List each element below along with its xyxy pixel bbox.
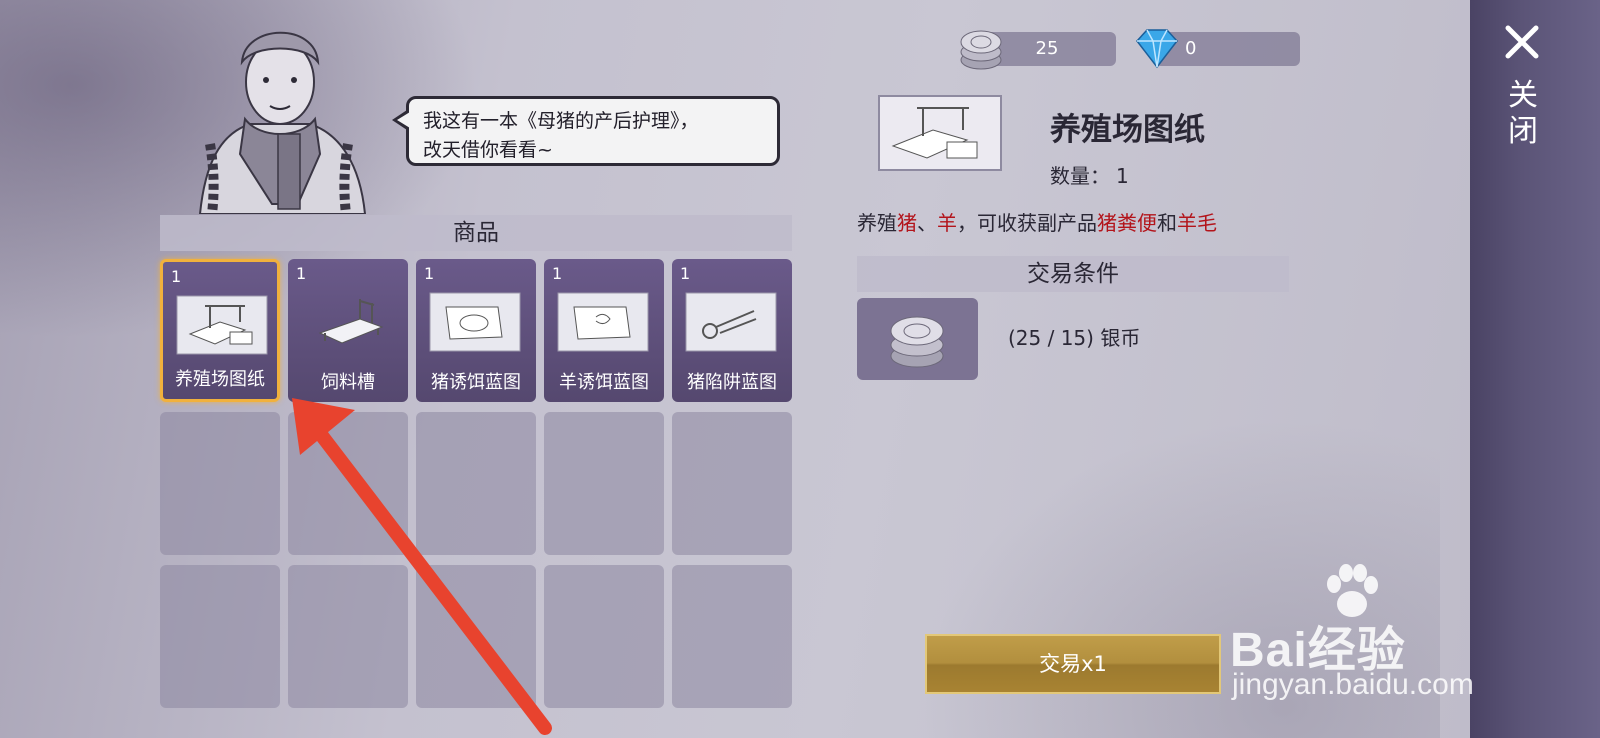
desc-highlight: 猪粪便 xyxy=(1097,211,1157,235)
speech-line-2: 改天借你看看~ xyxy=(423,139,553,161)
slot-label: 饲料槽 xyxy=(321,372,375,393)
selected-item-image xyxy=(878,95,1002,171)
item-quantity: 数量： 1 xyxy=(1050,160,1129,189)
goods-slot-empty[interactable] xyxy=(288,565,408,708)
feed-trough-icon xyxy=(318,299,384,344)
slot-label: 猪诱饵蓝图 xyxy=(431,372,521,393)
slot-label: 猪陷阱蓝图 xyxy=(687,372,777,393)
quantity-value: 1 xyxy=(1116,164,1129,188)
trade-condition-header: 交易条件 xyxy=(857,256,1289,292)
goods-slot-pig-trap-blueprint[interactable]: 1 猪陷阱蓝图 xyxy=(672,259,792,402)
goods-slot-pig-bait-blueprint[interactable]: 1 猪诱饵蓝图 xyxy=(416,259,536,402)
trade-button[interactable]: 交易x1 xyxy=(925,634,1221,694)
silver-coin-icon xyxy=(960,30,1002,70)
watermark-url: jingyan.baidu.com xyxy=(1232,668,1474,701)
goods-slot-empty[interactable] xyxy=(416,565,536,708)
trade-condition-text: (25 / 15) 银币 xyxy=(1008,326,1141,350)
npc-portrait xyxy=(198,31,367,214)
slot-quantity: 1 xyxy=(424,264,435,283)
goods-slot-empty[interactable] xyxy=(544,565,664,708)
diamond-gem-icon xyxy=(1136,29,1178,69)
close-icon[interactable] xyxy=(1504,24,1540,60)
goods-slot-empty[interactable] xyxy=(672,565,792,708)
slot-quantity: 1 xyxy=(171,267,182,286)
desc-text: 、 xyxy=(917,211,937,235)
desc-highlight: 羊毛 xyxy=(1177,211,1217,235)
desc-text: 和 xyxy=(1157,211,1177,235)
pig-bait-blueprint-icon xyxy=(429,292,521,352)
goods-slot-feed-trough[interactable]: 1 饲料槽 xyxy=(288,259,408,402)
desc-text: 养殖 xyxy=(857,211,897,235)
goods-header: 商品 xyxy=(160,215,792,251)
sheep-bait-blueprint-icon xyxy=(557,292,649,352)
goods-slot-empty[interactable] xyxy=(160,565,280,708)
speech-line-1: 我这有一本《母猪的产后护理》， xyxy=(423,110,699,132)
goods-slot-empty[interactable] xyxy=(544,412,664,555)
goods-slot-empty[interactable] xyxy=(160,412,280,555)
slot-quantity: 1 xyxy=(680,264,691,283)
goods-slot-empty[interactable] xyxy=(416,412,536,555)
farm-blueprint-icon xyxy=(176,295,268,355)
slot-quantity: 1 xyxy=(552,264,563,283)
desc-text: ，可收获副产品 xyxy=(957,211,1097,235)
item-title: 养殖场图纸 xyxy=(1050,112,1205,148)
goods-slot-empty[interactable] xyxy=(288,412,408,555)
desc-highlight: 羊 xyxy=(937,211,957,235)
close-label[interactable]: 关闭 xyxy=(1506,78,1540,150)
goods-slot-sheep-bait-blueprint[interactable]: 1 羊诱饵蓝图 xyxy=(544,259,664,402)
trade-condition-cost-slot xyxy=(857,298,978,380)
quantity-label: 数量： xyxy=(1050,164,1110,188)
goods-slot-empty[interactable] xyxy=(672,412,792,555)
desc-highlight: 猪 xyxy=(897,211,917,235)
slot-label: 羊诱饵蓝图 xyxy=(559,372,649,393)
speech-bubble-tail-inner xyxy=(397,112,410,128)
goods-slot-farm-blueprint[interactable]: 1 养殖场图纸 xyxy=(160,259,280,402)
slot-quantity: 1 xyxy=(296,264,307,283)
npc-speech-bubble: 我这有一本《母猪的产后护理》， 改天借你看看~ xyxy=(406,96,780,166)
slot-label: 养殖场图纸 xyxy=(175,369,265,390)
item-description: 养殖猪、羊，可收获副产品猪粪便和羊毛 xyxy=(857,207,1217,236)
pig-trap-blueprint-icon xyxy=(685,292,777,352)
goods-grid: 1 养殖场图纸 1 饲料槽 1 猪诱饵蓝图 1 羊诱饵蓝图 1 猪陷阱蓝图 xyxy=(160,259,792,708)
silver-coin-icon xyxy=(890,316,944,368)
